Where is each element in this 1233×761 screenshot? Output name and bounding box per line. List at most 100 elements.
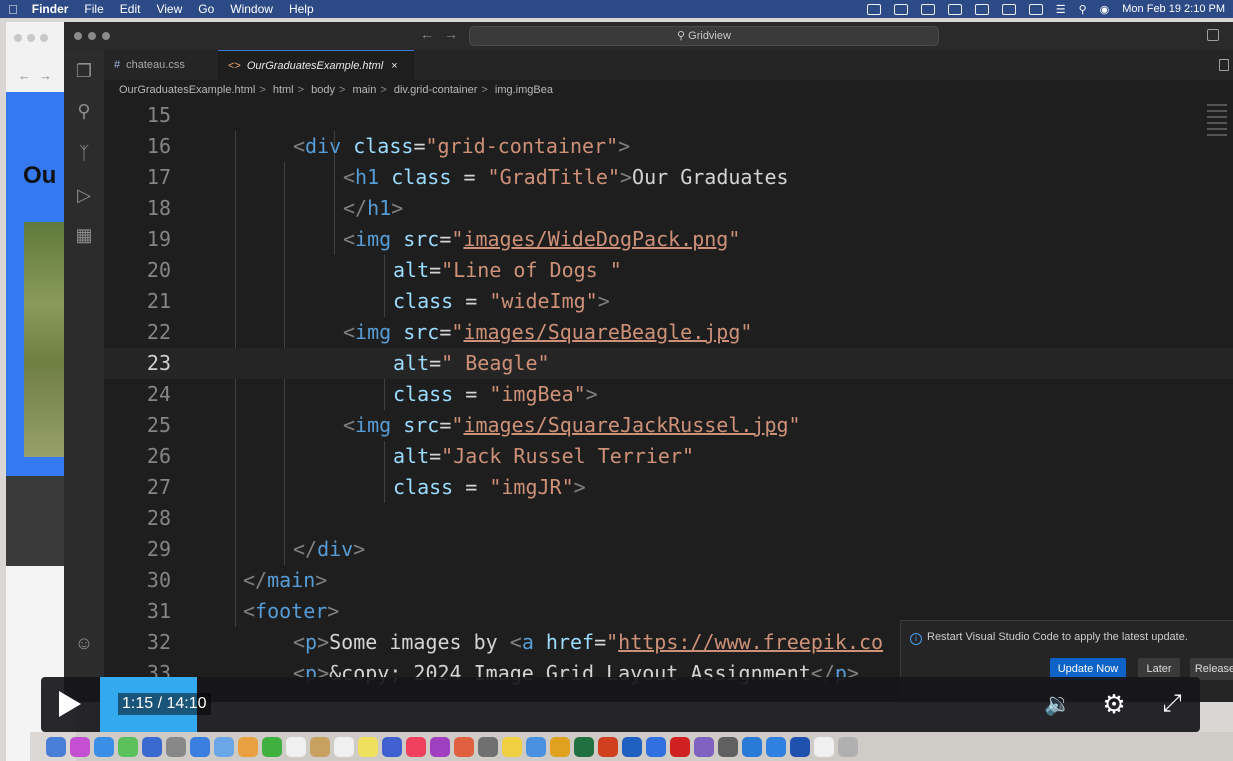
- code-text: </div>: [293, 537, 366, 561]
- tab-chateau-css[interactable]: # chateau.css: [104, 50, 216, 80]
- layout-icon[interactable]: [1207, 29, 1219, 41]
- code-line: 21 class = "wideImg">: [104, 286, 1233, 317]
- breadcrumb-img[interactable]: img.imgBea: [495, 84, 553, 96]
- excel-icon[interactable]: [574, 736, 594, 757]
- minimap[interactable]: [1203, 100, 1233, 170]
- launchpad-icon[interactable]: [70, 736, 90, 757]
- music-icon[interactable]: [406, 736, 426, 757]
- photos-icon[interactable]: [238, 736, 258, 757]
- weather-icon[interactable]: [526, 736, 546, 757]
- globe-icon[interactable]: [974, 3, 989, 15]
- trash-icon[interactable]: [838, 736, 858, 757]
- podcasts-icon[interactable]: [430, 736, 450, 757]
- control-center-icon[interactable]: ◉: [1100, 3, 1110, 16]
- fullscreen-icon[interactable]: ⤢: [1156, 690, 1188, 718]
- code-text: <img src="images/SquareBeagle.jpg": [343, 320, 753, 344]
- menu-window[interactable]: Window: [230, 2, 273, 16]
- code-text: </h1>: [343, 196, 404, 220]
- line-number: 17: [146, 165, 171, 189]
- code-line: 28: [104, 503, 1233, 534]
- css-file-icon: #: [114, 59, 121, 71]
- numbers-icon[interactable]: [142, 736, 162, 757]
- control-icon[interactable]: [920, 3, 935, 15]
- monitor-icon[interactable]: [718, 736, 738, 757]
- menu-help[interactable]: Help: [289, 2, 314, 16]
- zoom-icon[interactable]: [646, 736, 666, 757]
- search-icon[interactable]: ⚲: [1079, 3, 1087, 16]
- command-center[interactable]: ⚲ Gridview: [469, 26, 939, 46]
- game-icon[interactable]: [694, 736, 714, 757]
- run-debug-icon[interactable]: ▷: [73, 184, 95, 206]
- display-icon[interactable]: [1001, 3, 1016, 15]
- downloads-icon[interactable]: [814, 736, 834, 757]
- clock[interactable]: Mon Feb 19 2:10 PM: [1122, 3, 1225, 15]
- line-number: 15: [146, 103, 171, 127]
- window-icon[interactable]: [947, 3, 962, 15]
- explorer-icon[interactable]: ❐: [73, 60, 95, 82]
- battery-icon[interactable]: [1028, 3, 1043, 15]
- nav-arrows[interactable]: ←→: [18, 68, 60, 83]
- volume-icon[interactable]: 🔉: [1044, 690, 1074, 718]
- keynote-icon[interactable]: [454, 736, 474, 757]
- account-icon[interactable]: ☺: [73, 632, 95, 654]
- play-icon[interactable]: [59, 691, 81, 717]
- code-text: class = "imgJR">: [393, 475, 586, 499]
- acrobat-icon[interactable]: [670, 736, 690, 757]
- search-icon[interactable]: ⚲: [73, 100, 95, 122]
- vscode-icon[interactable]: [742, 736, 762, 757]
- maps-icon[interactable]: [214, 736, 234, 757]
- facetime-icon[interactable]: [262, 736, 282, 757]
- breadcrumb: OurGraduatesExample.html > html > body > ma…: [104, 80, 1233, 100]
- contacts-icon[interactable]: [310, 736, 330, 757]
- menu-view[interactable]: View: [156, 2, 182, 16]
- safari-icon[interactable]: [94, 736, 114, 757]
- breadcrumb-grid-container[interactable]: div.grid-container: [394, 84, 478, 96]
- pencil-app-icon[interactable]: [502, 736, 522, 757]
- line-number: 16: [146, 134, 171, 158]
- menu-go[interactable]: Go: [198, 2, 214, 16]
- tab-label: OurGraduatesExample.html: [246, 60, 384, 72]
- split-editor-icon[interactable]: [1219, 59, 1229, 71]
- menu-app-name[interactable]: Finder: [32, 2, 69, 16]
- word-icon[interactable]: [790, 736, 810, 757]
- outlook-icon[interactable]: [622, 736, 642, 757]
- code-editor[interactable]: 15 16 <div class="grid-container"> 17 <h…: [104, 100, 1233, 700]
- menu-file[interactable]: File: [84, 2, 103, 16]
- screenshot-icon[interactable]: [893, 3, 908, 15]
- line-number: 23: [146, 351, 171, 375]
- code-text: <div class="grid-container">: [293, 134, 631, 158]
- breadcrumb-body[interactable]: body: [311, 84, 335, 96]
- code-line: 22 <img src="images/SquareBeagle.jpg": [104, 317, 1233, 348]
- tab-label: chateau.css: [126, 59, 185, 71]
- code-text: </main>: [243, 568, 328, 592]
- code-text: alt="Line of Dogs ": [393, 258, 622, 282]
- reminders-icon[interactable]: [334, 736, 354, 757]
- breadcrumb-file[interactable]: OurGraduatesExample.html: [119, 84, 255, 96]
- screen-record-icon[interactable]: [866, 3, 881, 15]
- breadcrumb-html[interactable]: html: [273, 84, 294, 96]
- powerpoint-icon[interactable]: [598, 736, 618, 757]
- code-text: class = "wideImg">: [393, 289, 610, 313]
- history-nav-arrows[interactable]: ←→: [420, 26, 468, 42]
- gear-icon[interactable]: ⚙: [1099, 690, 1129, 718]
- window-controls[interactable]: [74, 32, 110, 40]
- tab-ourgraduates-html[interactable]: <> OurGraduatesExample.html ×: [218, 50, 414, 80]
- chrome-icon[interactable]: [550, 736, 570, 757]
- close-icon[interactable]: ×: [391, 60, 397, 72]
- extensions-icon[interactable]: ▦: [73, 224, 95, 246]
- apple-icon[interactable]: : [8, 2, 18, 17]
- settings-icon[interactable]: [478, 736, 498, 757]
- freeform-icon[interactable]: [382, 736, 402, 757]
- progress-bar[interactable]: [100, 677, 1200, 732]
- notes-icon[interactable]: [358, 736, 378, 757]
- menu-edit[interactable]: Edit: [120, 2, 141, 16]
- sheets-icon[interactable]: [766, 736, 786, 757]
- messages-icon[interactable]: [118, 736, 138, 757]
- wifi-icon[interactable]: ☰: [1056, 3, 1066, 16]
- finder-icon[interactable]: [46, 736, 66, 757]
- breadcrumb-main[interactable]: main: [352, 84, 376, 96]
- source-control-icon[interactable]: ᛉ: [73, 142, 95, 164]
- calendar-icon[interactable]: [286, 736, 306, 757]
- calculator-icon[interactable]: [166, 736, 186, 757]
- mail-icon[interactable]: [190, 736, 210, 757]
